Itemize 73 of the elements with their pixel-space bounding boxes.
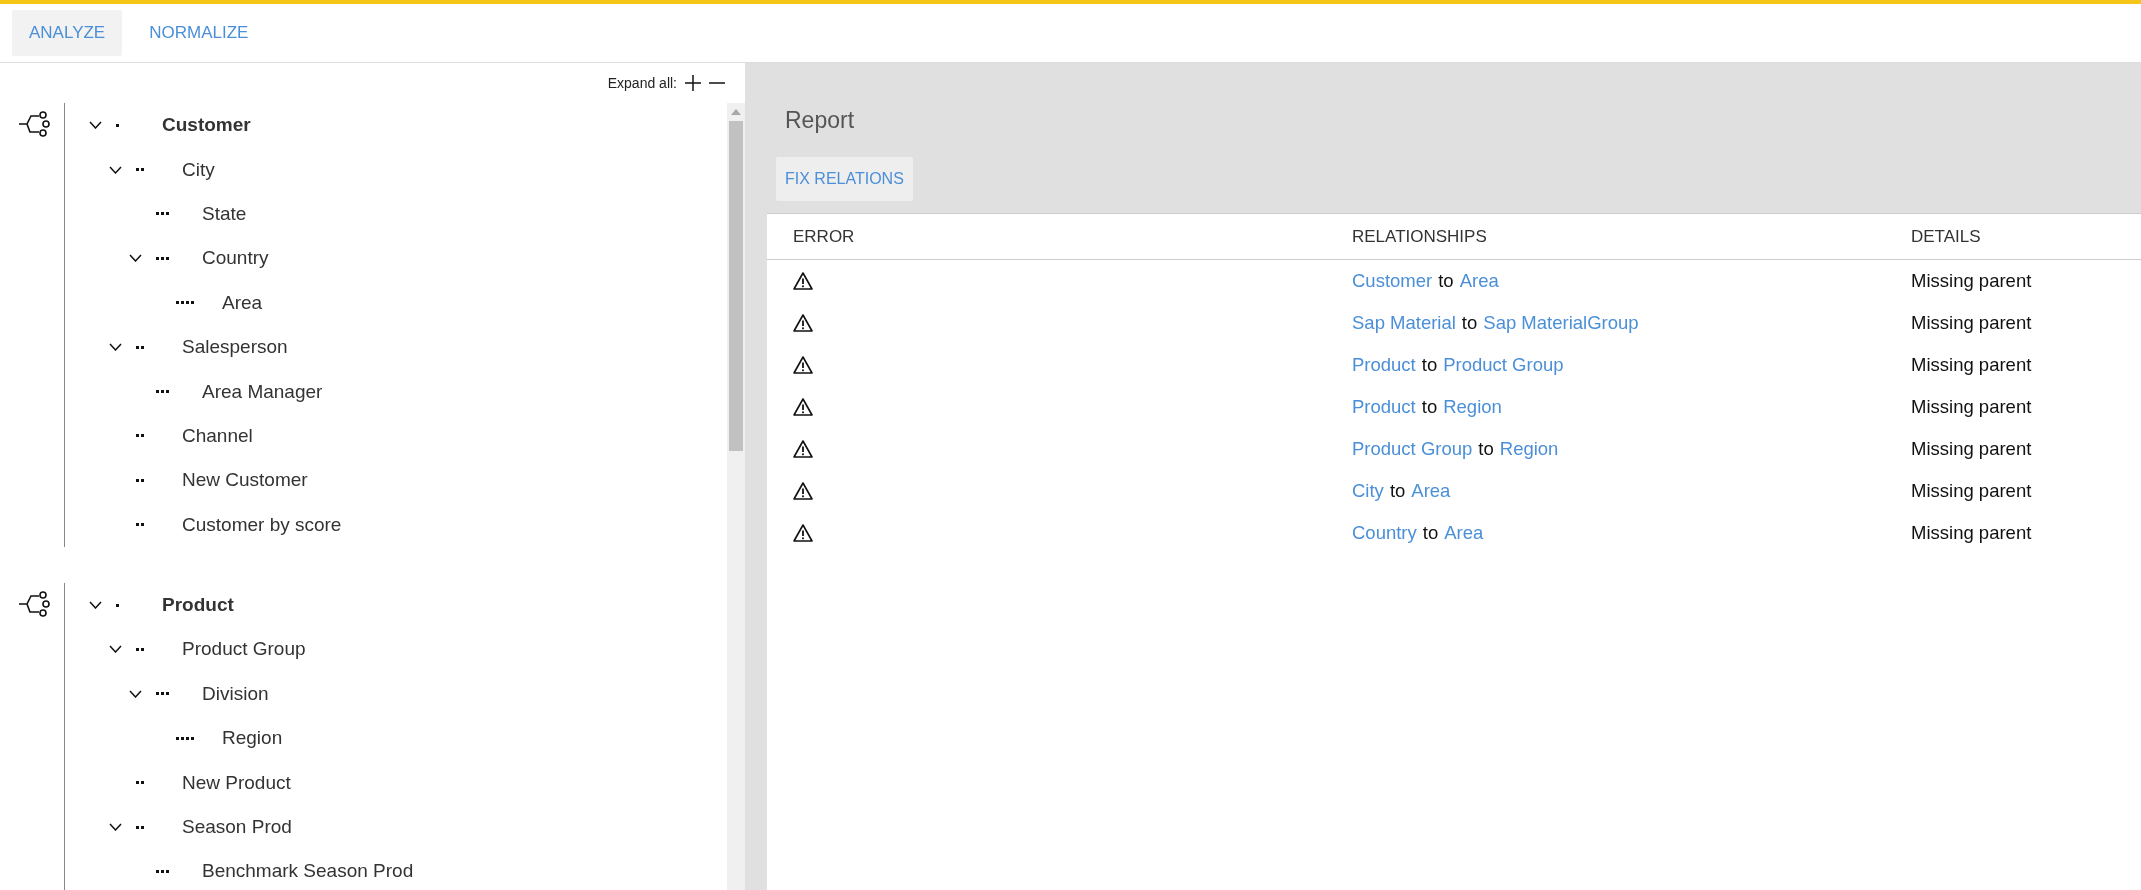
details-text: Missing parent (1911, 438, 2032, 460)
tree-item[interactable]: Region (222, 727, 283, 750)
warning-icon (793, 440, 813, 458)
depth-dots-icon (176, 301, 194, 305)
connector-text: to (1421, 396, 1438, 418)
tree-item[interactable]: New Customer (182, 469, 308, 492)
hierarchy-icon (18, 111, 50, 137)
tree-item[interactable]: Area (222, 291, 263, 314)
connector-text: to (1461, 312, 1478, 334)
tree-item[interactable]: Season Prod (182, 816, 292, 839)
details-text: Missing parent (1911, 480, 2032, 502)
column-header: ERROR (792, 225, 856, 248)
depth-dots-icon (176, 736, 194, 740)
depth-dots-icon (136, 345, 144, 349)
depth-dots-icon (156, 390, 169, 394)
warning-icon (793, 272, 813, 290)
tree-item[interactable]: Channel (182, 424, 253, 447)
tree-item[interactable]: New Product (182, 771, 291, 794)
details-text: Missing parent (1911, 312, 2032, 334)
chevron-down-icon[interactable] (89, 601, 102, 610)
depth-dots-icon (136, 168, 144, 172)
tree-item[interactable]: Product Group (182, 638, 306, 661)
connector-text: to (1478, 438, 1494, 460)
depth-dots-icon (136, 648, 144, 651)
depth-dots-icon (156, 692, 169, 696)
depth-dots-icon (116, 123, 119, 127)
warning-icon (793, 482, 813, 500)
chevron-down-icon[interactable] (109, 343, 122, 352)
connector-text: to (1422, 522, 1439, 544)
chevron-down-icon[interactable] (89, 121, 102, 130)
depth-dots-icon (136, 523, 144, 527)
details-text: Missing parent (1911, 396, 2032, 418)
column-header: RELATIONSHIPS (1351, 225, 1488, 248)
tree-item[interactable]: Benchmark Season Prod (202, 860, 414, 883)
tree-item[interactable]: Area Manager (202, 380, 323, 403)
hierarchy-icon (18, 590, 50, 617)
details-text: Missing parent (1911, 270, 2032, 292)
chevron-down-icon[interactable] (109, 645, 122, 654)
column-header: DETAILS (1910, 225, 1982, 248)
depth-dots-icon (156, 869, 169, 873)
depth-dots-icon (156, 212, 169, 216)
tree-item[interactable]: Division (202, 682, 269, 705)
tree-item[interactable]: Customer by score (182, 513, 342, 536)
tree-item[interactable]: Product (162, 594, 234, 617)
warning-icon (793, 314, 813, 332)
details-text: Missing parent (1911, 354, 2032, 376)
report-title: Report (785, 106, 855, 135)
chevron-down-icon[interactable] (109, 823, 122, 832)
details-text: Missing parent (1911, 522, 2032, 544)
depth-dots-icon (116, 603, 119, 607)
connector-text: to (1389, 480, 1406, 502)
tree-item[interactable]: City (182, 158, 215, 181)
depth-dots-icon (136, 825, 144, 829)
tree-item[interactable]: State (202, 202, 247, 225)
tree-item[interactable]: Salesperson (182, 336, 288, 359)
tree-item[interactable]: Customer (162, 114, 251, 137)
connector-text: to (1438, 270, 1454, 292)
depth-dots-icon (136, 781, 144, 785)
warning-icon (793, 356, 813, 374)
warning-icon (793, 398, 813, 416)
plus-icon[interactable] (685, 75, 701, 91)
scrollbar-thumb[interactable] (729, 121, 743, 451)
chevron-down-icon[interactable] (129, 254, 142, 263)
depth-dots-icon (136, 478, 144, 482)
tree-item[interactable]: Country (202, 247, 269, 270)
expand-all-label: Expand all: (607, 75, 677, 91)
chevron-down-icon[interactable] (129, 689, 142, 698)
warning-icon (793, 524, 813, 542)
chevron-down-icon[interactable] (109, 165, 122, 174)
connector-text: to (1421, 354, 1438, 376)
depth-dots-icon (136, 434, 144, 438)
depth-dots-icon (156, 256, 169, 260)
scrollbar[interactable] (727, 103, 745, 890)
